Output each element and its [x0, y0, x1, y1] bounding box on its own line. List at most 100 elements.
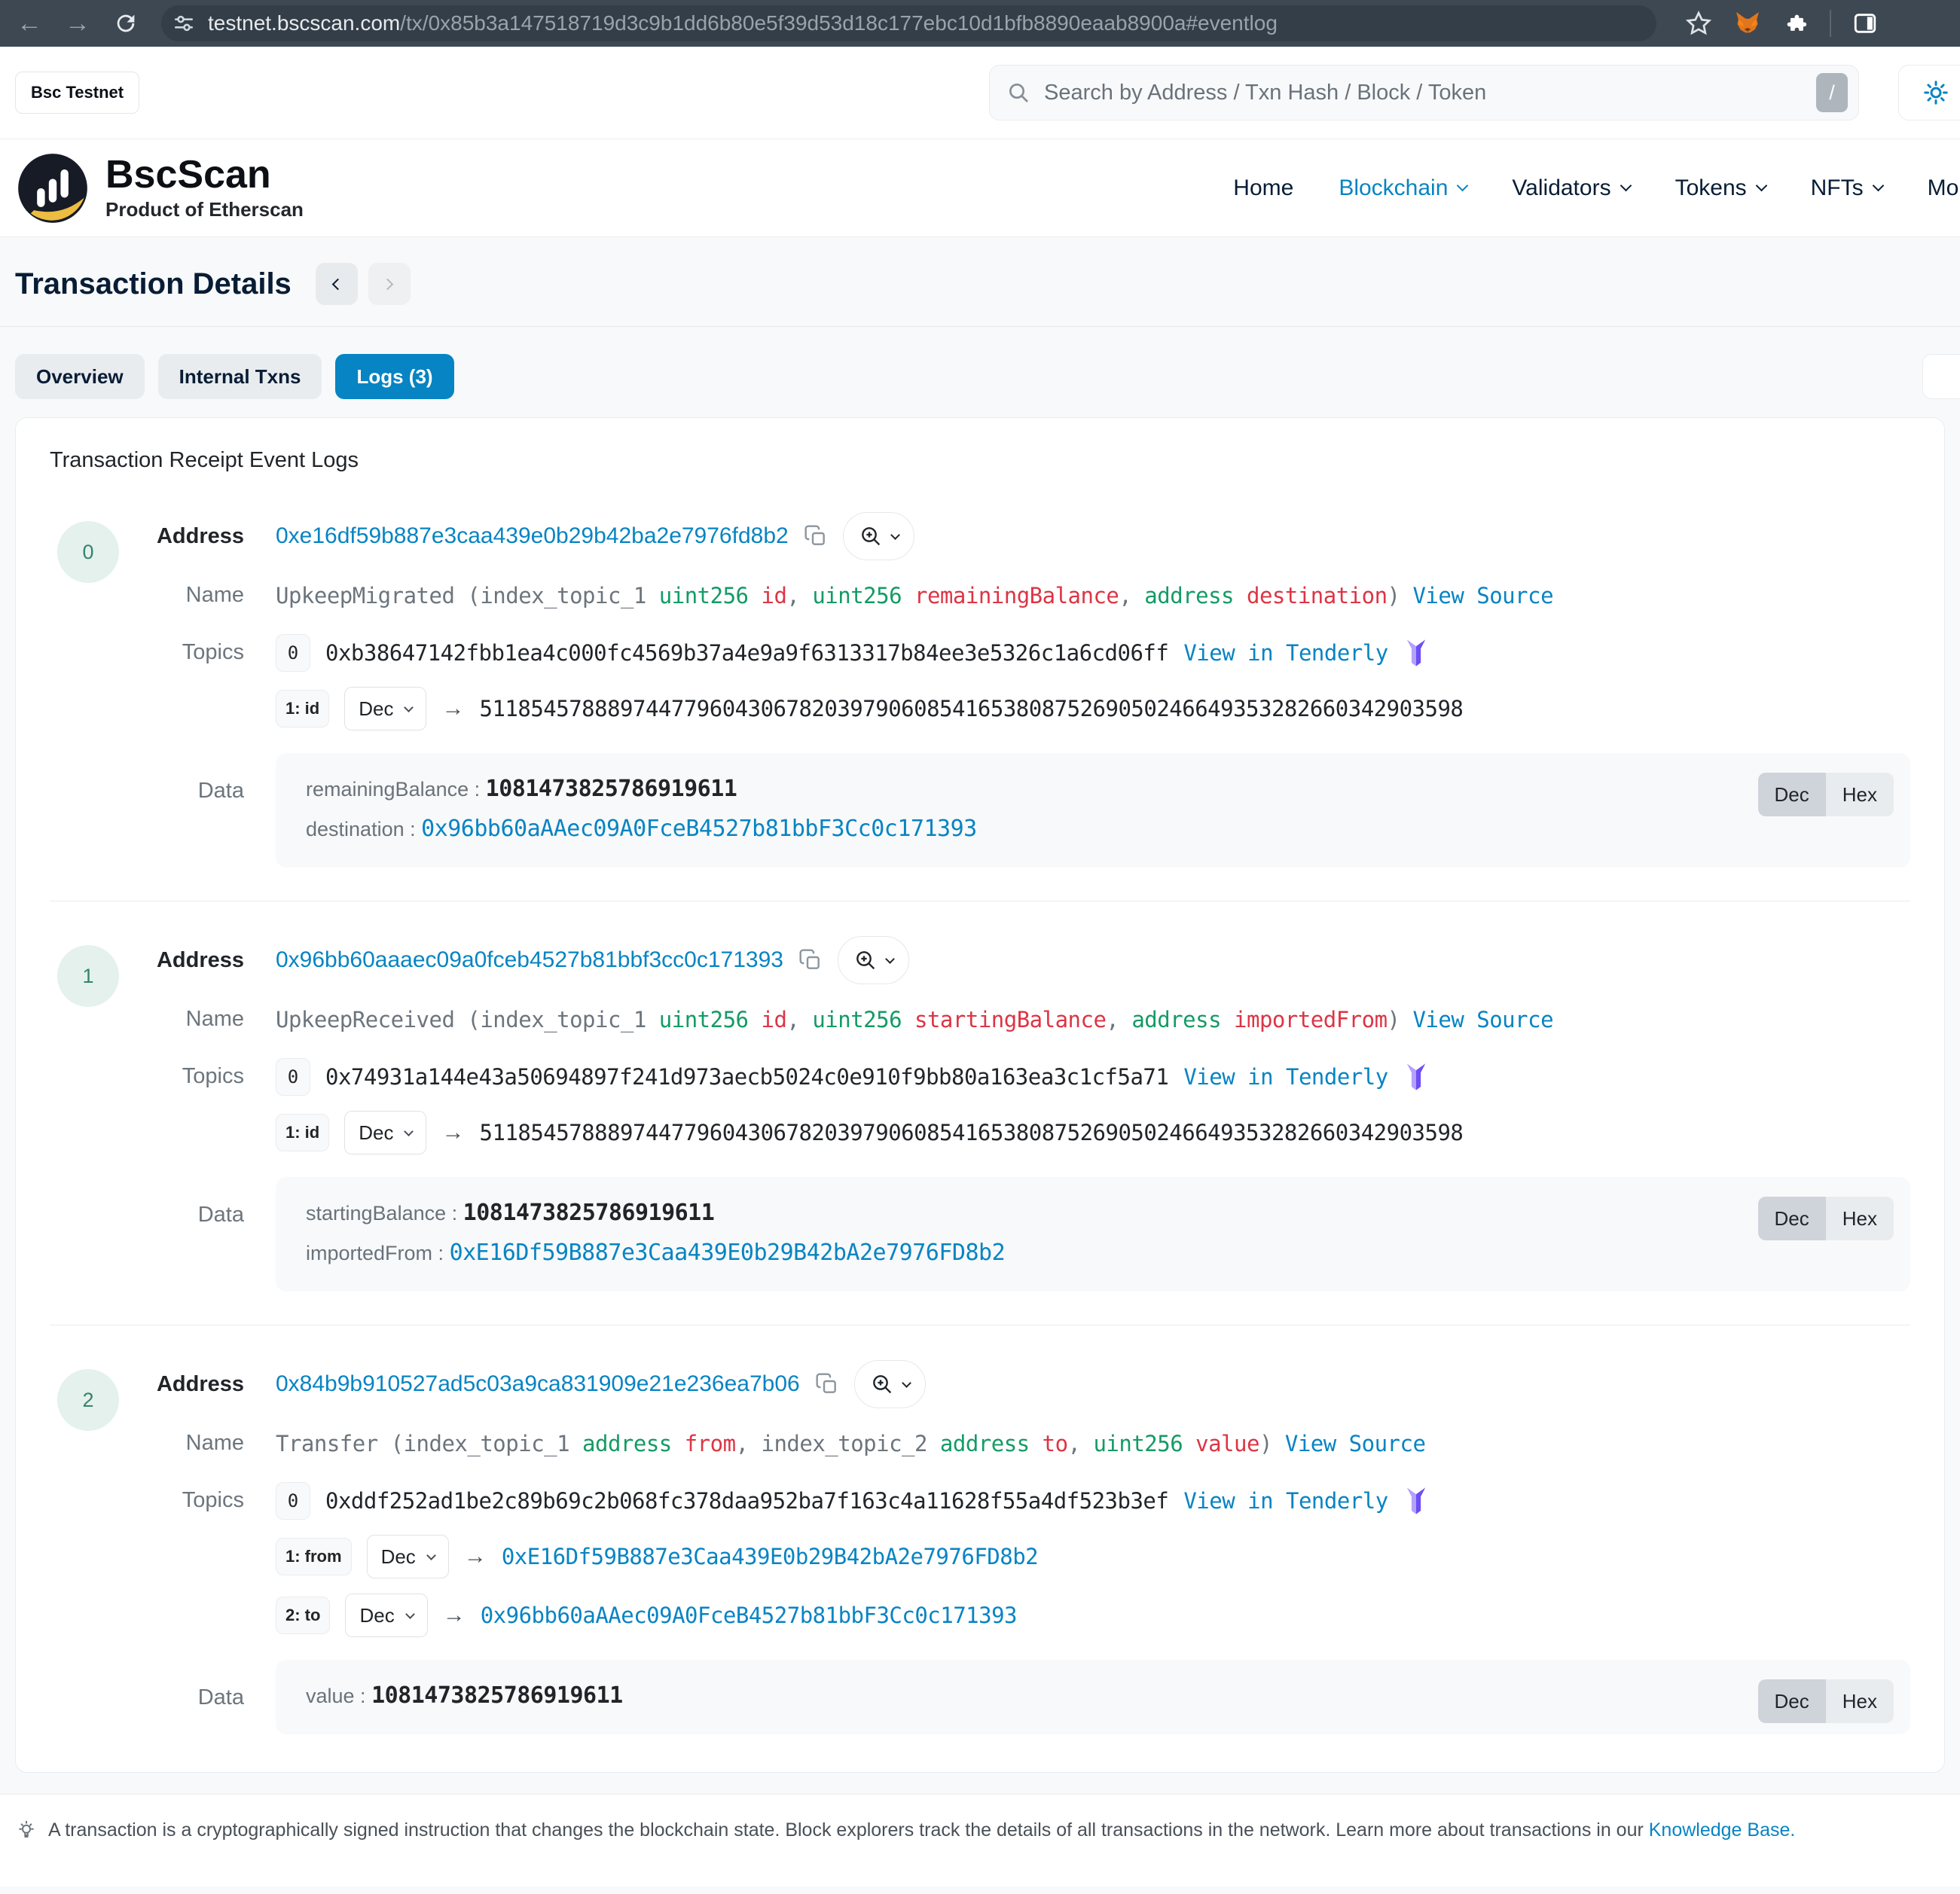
topics-list: 0 0xb38647142fbb1ea4c000fc4569b37a4e9a9f… [276, 634, 1463, 730]
view-in-tenderly-link[interactable]: View in Tenderly [1183, 640, 1388, 666]
signature-segment: importedFrom [1234, 1007, 1388, 1032]
tab-bar-overflow-button[interactable] [1922, 354, 1960, 399]
topic-encoding-dropdown[interactable]: Dec [367, 1535, 449, 1578]
prev-tx-button[interactable] [316, 263, 358, 305]
copy-address-button[interactable] [798, 948, 823, 972]
tab-internal-txns[interactable]: Internal Txns [158, 354, 322, 399]
network-badge[interactable]: Bsc Testnet [15, 72, 139, 114]
signature-segment: uint256 [659, 1007, 749, 1032]
nav-validators[interactable]: Validators [1512, 175, 1629, 201]
view-in-tenderly-link[interactable]: View in Tenderly [1183, 1064, 1388, 1090]
data-field-separator: : [446, 1202, 463, 1225]
extensions-icon[interactable] [1783, 11, 1809, 36]
address-zoom-dropdown[interactable] [843, 512, 914, 560]
view-source-link[interactable]: View Source [1285, 1431, 1426, 1456]
data-field-name: destination [306, 818, 405, 841]
address-zoom-dropdown[interactable] [854, 1360, 926, 1408]
event-log-entry: 2 Address 0x84b9b910527ad5c03a9ca831909e… [50, 1325, 1910, 1734]
topic-value-address-link[interactable]: 0xE16Df59B887e3Caa439E0b29B42bA2e7976FD8… [502, 1544, 1038, 1569]
nav-blockchain[interactable]: Blockchain [1339, 175, 1467, 201]
nav-home[interactable]: Home [1233, 175, 1293, 201]
signature-segment [749, 583, 762, 608]
topics-row: Topics 0 0xb38647142fbb1ea4c000fc4569b37… [50, 634, 1910, 730]
chevron-down-icon [426, 1551, 436, 1560]
signature-segment: uint256 [659, 583, 749, 608]
topics-list: 0 0x74931a144e43a50694897f241d973aecb502… [276, 1058, 1463, 1154]
data-field-name: remainingBalance [306, 778, 469, 801]
top-utility-bar: Bsc Testnet / [0, 47, 1960, 139]
signature-segment [902, 1007, 914, 1032]
tab-logs[interactable]: Logs (3) [335, 354, 453, 399]
topic-item: 1: id Dec → 5118545788897447796043067820… [276, 1111, 1463, 1154]
name-row: Name UpkeepReceived (index_topic_1 uint2… [50, 1001, 1910, 1032]
dec-hex-toggle: Dec Hex [1758, 1197, 1894, 1240]
view-source-link[interactable]: View Source [1412, 1007, 1553, 1032]
view-source-link[interactable]: View Source [1412, 583, 1553, 608]
data-row: Data remainingBalance : 1081473825786919… [50, 753, 1910, 868]
chevron-down-icon [885, 954, 895, 964]
signature-segment: address [1131, 1007, 1221, 1032]
data-row: Data value : 1081473825786919611 Dec Hex [50, 1660, 1910, 1734]
bookmark-star-icon[interactable] [1685, 10, 1712, 37]
sidebar-icon[interactable] [1852, 11, 1878, 36]
signature-segment [672, 1431, 685, 1456]
theme-toggle-button[interactable] [1898, 65, 1960, 120]
search-shortcut-badge: / [1816, 73, 1848, 112]
page-title: Transaction Details [15, 267, 292, 301]
copy-address-button[interactable] [815, 1372, 839, 1396]
forward-icon[interactable]: → [65, 11, 90, 36]
search-bar: / [989, 65, 1859, 120]
chevron-down-icon [405, 1127, 414, 1136]
view-in-tenderly-link[interactable]: View in Tenderly [1183, 1488, 1388, 1514]
dec-toggle-button[interactable]: Dec [1758, 1197, 1826, 1240]
event-signature: UpkeepMigrated (index_topic_1 uint256 id… [276, 577, 1553, 608]
topics-label: Topics [50, 1482, 276, 1513]
hex-toggle-button[interactable]: Hex [1826, 1197, 1894, 1240]
back-icon[interactable]: ← [17, 11, 42, 36]
bscscan-logo[interactable]: BscScan Product of Etherscan [15, 151, 304, 226]
next-tx-button[interactable] [368, 263, 411, 305]
topic-value: 5118545788897447796043067820397906085416… [479, 696, 1463, 721]
log-index-badge: 0 [57, 521, 119, 583]
hex-toggle-button[interactable]: Hex [1826, 1679, 1894, 1723]
contract-address-link[interactable]: 0xe16df59b887e3caa439e0b29b42ba2e7976fd8… [276, 523, 789, 549]
main-nav: Home Blockchain Validators Tokens NFTs M… [1233, 175, 1960, 201]
site-header: BscScan Product of Etherscan Home Blockc… [0, 139, 1960, 237]
nav-more[interactable]: More [1928, 175, 1960, 201]
chevron-down-icon [1872, 179, 1884, 191]
brand-title: BscScan [105, 154, 304, 196]
chevron-down-icon [1755, 179, 1767, 191]
address-zoom-dropdown[interactable] [838, 936, 909, 984]
dec-toggle-button[interactable]: Dec [1758, 773, 1826, 816]
tenderly-icon [1403, 1487, 1429, 1515]
contract-address-link[interactable]: 0x84b9b910527ad5c03a9ca831909e21e236ea7b… [276, 1371, 800, 1397]
contract-address-link[interactable]: 0x96bb60aaaec09a0fceb4527b81bbf3cc0c1713… [276, 947, 783, 973]
data-rows: startingBalance : 1081473825786919611 im… [306, 1200, 1880, 1266]
knowledge-base-link[interactable]: Knowledge Base. [1649, 1819, 1796, 1841]
topic-encoding-dropdown[interactable]: Dec [344, 687, 426, 730]
copy-address-button[interactable] [804, 524, 828, 548]
site-settings-icon[interactable] [172, 11, 196, 35]
nav-tokens[interactable]: Tokens [1675, 175, 1766, 201]
metamask-icon[interactable] [1733, 9, 1762, 38]
data-box: remainingBalance : 1081473825786919611 d… [276, 753, 1910, 868]
data-value-address-link[interactable]: 0xE16Df59B887e3Caa439E0b29B42bA2e7976FD8… [450, 1240, 1006, 1266]
topic-encoding-dropdown[interactable]: Dec [345, 1594, 427, 1637]
topic-encoding-dropdown[interactable]: Dec [344, 1111, 426, 1154]
reload-icon[interactable] [113, 11, 139, 36]
signature-segment: id [761, 583, 786, 608]
nav-nfts[interactable]: NFTs [1811, 175, 1882, 201]
hex-toggle-button[interactable]: Hex [1826, 773, 1894, 816]
url-bar[interactable]: testnet.bscscan.com/tx/0x85b3a147518719d… [161, 5, 1656, 41]
dec-toggle-button[interactable]: Dec [1758, 1679, 1826, 1723]
event-log-entry: 0 Address 0xe16df59b887e3caa439e0b29b42b… [50, 512, 1910, 868]
sun-icon [1922, 79, 1949, 106]
address-row: Address 0x96bb60aaaec09a0fceb4527b81bbf3… [50, 936, 1910, 984]
search-input[interactable] [1043, 80, 1804, 106]
dec-hex-toggle: Dec Hex [1758, 773, 1894, 816]
data-value-address-link[interactable]: 0x96bb60aAAec09A0FceB4527b81bbF3Cc0c1713… [421, 816, 977, 842]
topic-index-badge: 0 [276, 1482, 310, 1520]
data-box: value : 1081473825786919611 Dec Hex [276, 1660, 1910, 1734]
topic-value-address-link[interactable]: 0x96bb60aAAec09A0FceB4527b81bbF3Cc0c1713… [481, 1603, 1017, 1628]
tab-overview[interactable]: Overview [15, 354, 145, 399]
